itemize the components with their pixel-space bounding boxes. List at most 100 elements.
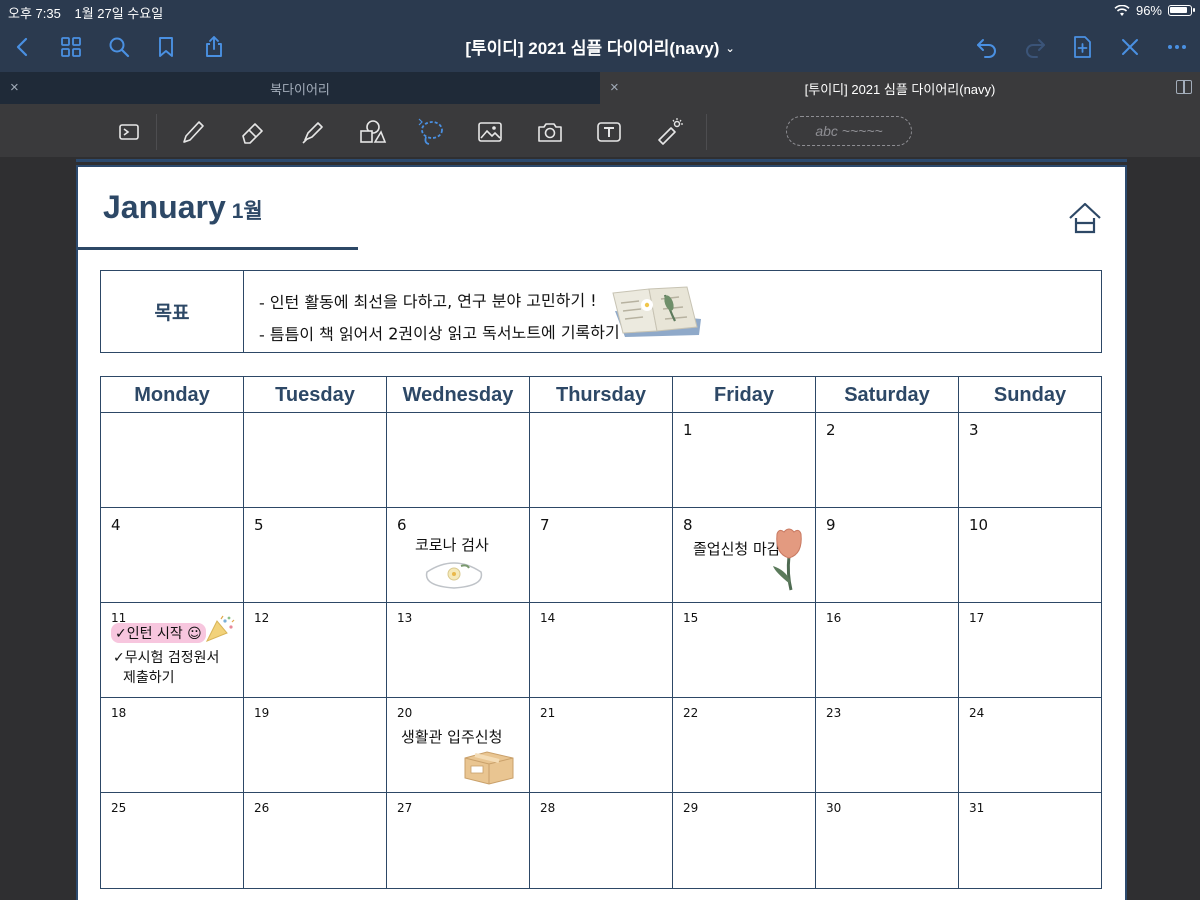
day-cell[interactable]: 30 [816,793,959,888]
document-title-text: [투이디] 2021 심플 다이어리(navy) [465,39,720,58]
day-cell[interactable]: 3 [959,413,1101,507]
day-cell[interactable]: 1 [673,413,816,507]
wifi-icon [1114,4,1130,16]
close-button[interactable] [1115,32,1145,62]
calendar-week: 25 26 27 28 29 30 31 [101,793,1101,888]
eraser-tool[interactable] [236,115,270,149]
open-book-sticker [612,286,701,337]
day-cell[interactable]: 2 [816,413,959,507]
status-date: 1월 27일 수요일 [74,6,164,21]
day-cell[interactable]: 20 생활관 입주신청 [387,698,530,792]
day-number: 5 [254,516,264,534]
tab-simple-diary[interactable]: × [투이디] 2021 심플 다이어리(navy) [600,72,1200,104]
close-tab-icon[interactable]: × [10,79,19,96]
split-view-icon[interactable] [1176,80,1192,94]
pen-tool[interactable] [176,115,210,149]
day-cell[interactable]: 8 졸업신청 마감 [673,508,816,602]
camera-icon [538,123,562,142]
day-number: 26 [254,801,270,815]
diary-page[interactable]: January 1월 목표 - 인턴 활동에 최선을 다하고, 연구 분야 고민하… [76,159,1127,900]
eraser-icon [242,123,263,144]
day-number: 23 [826,706,842,720]
more-icon [1168,45,1186,49]
day-cell[interactable]: 17 [959,603,1101,697]
day-cell[interactable]: 12 [244,603,387,697]
goal-item: - 인턴 활동에 최선을 다하고, 연구 분야 고민하기 ! [258,290,597,313]
add-page-button[interactable] [1067,32,1097,62]
day-cell[interactable]: 15 [673,603,816,697]
day-cell[interactable]: 26 [244,793,387,888]
day-cell[interactable]: 11 ✓인턴 시작 ☺ ✓무시험 검정원서 제출하기 [101,603,244,697]
lasso-tool[interactable] [414,115,448,149]
day-cell[interactable]: 6 코로나 검사 [387,508,530,602]
day-cell[interactable]: 18 [101,698,244,792]
laser-pointer-tool[interactable] [652,115,686,149]
text-tool[interactable] [592,115,626,149]
camera-tool[interactable] [533,115,567,149]
day-cell[interactable]: 4 [101,508,244,602]
tab-strip: × 북다이어리 × [투이디] 2021 심플 다이어리(navy) [0,72,1200,104]
day-cell[interactable]: 22 [673,698,816,792]
redo-button[interactable] [1020,32,1050,62]
day-cell[interactable]: 9 [816,508,959,602]
day-number: 16 [826,611,842,625]
day-cell[interactable]: 24 [959,698,1101,792]
battery-percent: 96% [1135,3,1162,18]
day-cell[interactable]: 14 [530,603,673,697]
day-cell[interactable]: 7 [530,508,673,602]
day-cell[interactable] [530,413,673,507]
weekday-wednesday: Wednesday [387,377,530,412]
status-bar: 오후 7:35 1월 27일 수요일 96% [0,0,1200,22]
day-number: 22 [683,706,699,720]
tab-book-diary[interactable]: × 북다이어리 [0,72,600,104]
month-korean: 1월 [231,200,263,223]
day-cell[interactable]: 10 [959,508,1101,602]
day-cell[interactable]: 31 [959,793,1101,888]
box-sticker [464,751,514,785]
read-only-mode-button[interactable] [112,115,146,149]
day-number: 2 [826,421,836,439]
day-cell[interactable]: 16 [816,603,959,697]
day-cell[interactable]: 23 [816,698,959,792]
calendar-week: 18 19 20 생활관 입주신청 21 22 23 24 [101,698,1101,793]
weekday-header: Monday Tuesday Wednesday Thursday Friday… [101,377,1101,413]
more-button[interactable] [1162,32,1192,62]
weekday-sunday: Sunday [993,384,1067,406]
document-canvas[interactable]: January 1월 목표 - 인턴 활동에 최선을 다하고, 연구 분야 고민하… [0,157,1200,900]
day-cell[interactable]: 21 [530,698,673,792]
event-note: 제출하기 [123,670,175,686]
weekday-friday: Friday [673,377,816,412]
day-number: 31 [969,801,985,815]
drawing-toolbar [0,104,1200,157]
highlighter-tool[interactable] [296,115,330,149]
day-cell[interactable] [101,413,244,507]
day-cell[interactable]: 19 [244,698,387,792]
event-note: 코로나 검사 [415,536,489,554]
undo-icon [977,39,996,58]
day-cell[interactable]: 27 [387,793,530,888]
day-number: 15 [683,611,699,625]
day-cell[interactable] [387,413,530,507]
day-cell[interactable]: 25 [101,793,244,888]
image-icon [478,122,502,142]
shapes-icon [360,120,387,143]
day-cell[interactable]: 28 [530,793,673,888]
tab-label: 북다이어리 [270,81,330,97]
day-number: 13 [397,611,413,625]
weekday-thursday: Thursday [530,377,673,412]
day-cell[interactable]: 5 [244,508,387,602]
navigation-bar: [투이디] 2021 심플 다이어리(navy) ⌄ [0,22,1200,72]
day-number: 9 [826,516,836,534]
party-popper-sticker [205,615,235,642]
undo-button[interactable] [972,32,1002,62]
image-tool[interactable] [473,115,507,149]
close-tab-icon[interactable]: × [610,79,619,96]
day-number: 28 [540,801,556,815]
home-icon[interactable] [1067,201,1103,235]
shapes-tool[interactable] [355,115,389,149]
day-cell[interactable] [244,413,387,507]
day-number: 1 [683,421,693,439]
day-cell[interactable]: 13 [387,603,530,697]
day-cell[interactable]: 29 [673,793,816,888]
shape-recognition-toggle[interactable]: abc ~~~~~ [786,116,912,146]
